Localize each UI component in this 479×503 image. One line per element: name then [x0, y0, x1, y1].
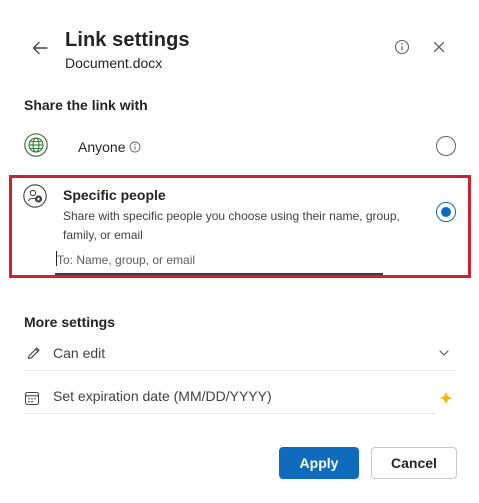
- share-option-specific-people[interactable]: Specific people Share with specific peop…: [12, 178, 468, 275]
- share-section-label: Share the link with: [24, 97, 148, 113]
- calendar-icon: [24, 391, 40, 406]
- permission-dropdown[interactable]: Can edit: [24, 335, 456, 371]
- cancel-button[interactable]: Cancel: [371, 447, 457, 479]
- anyone-label-group: Anyone: [78, 139, 141, 155]
- sparkle-icon[interactable]: [438, 390, 454, 406]
- dialog-title: Link settings: [65, 29, 190, 51]
- specific-people-label: Specific people: [63, 187, 166, 203]
- anyone-label: Anyone: [78, 139, 126, 155]
- arrow-left-icon: [32, 41, 48, 55]
- close-icon: [433, 41, 445, 53]
- apply-button[interactable]: Apply: [279, 447, 359, 479]
- recipients-input[interactable]: [55, 247, 383, 275]
- specific-people-description: Share with specific people you choose us…: [63, 209, 400, 242]
- file-name: Document.docx: [65, 55, 163, 71]
- people-icon: [23, 184, 47, 208]
- dialog-header: Link settings Document.docx: [0, 0, 479, 90]
- specific-people-radio[interactable]: [436, 202, 456, 222]
- chevron-down-icon: [439, 350, 449, 356]
- expiration-placeholder: Set expiration date (MM/DD/YYYY): [53, 388, 272, 404]
- close-button[interactable]: [429, 37, 449, 57]
- specific-icon-wrap: [23, 184, 47, 208]
- globe-icon: [24, 133, 48, 157]
- permission-label: Can edit: [53, 345, 106, 361]
- more-settings-label: More settings: [24, 314, 116, 330]
- info-icon[interactable]: [129, 141, 141, 153]
- anyone-icon-wrap: [24, 133, 48, 157]
- info-icon: [394, 39, 410, 55]
- info-button[interactable]: [392, 37, 412, 57]
- text-cursor: [56, 251, 57, 266]
- expiration-date-field[interactable]: Set expiration date (MM/DD/YYYY): [24, 378, 436, 414]
- share-option-anyone[interactable]: Anyone: [20, 125, 465, 169]
- back-button[interactable]: [28, 36, 52, 60]
- pencil-icon: [27, 347, 40, 360]
- anyone-radio[interactable]: [436, 136, 456, 156]
